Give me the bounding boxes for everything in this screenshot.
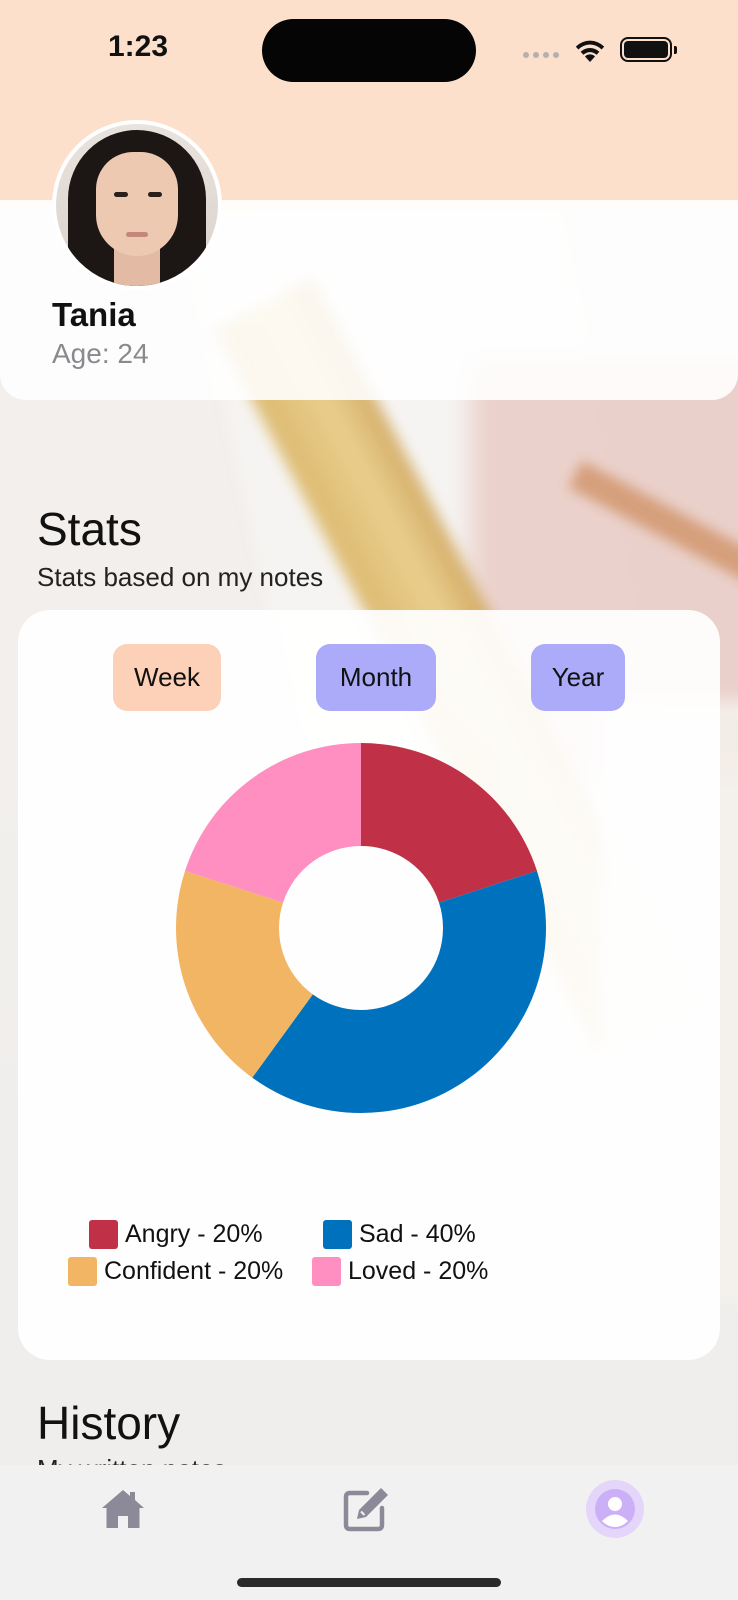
legend-label: Sad - 40% bbox=[359, 1220, 476, 1248]
legend-item-loved: Loved - 20% bbox=[312, 1257, 488, 1286]
legend-swatch bbox=[89, 1220, 118, 1249]
legend-item-angry: Angry - 20% bbox=[89, 1220, 263, 1249]
legend-swatch bbox=[68, 1257, 97, 1286]
tab-home[interactable] bbox=[93, 1479, 153, 1539]
wifi-icon bbox=[575, 40, 605, 62]
donut-slice-loved bbox=[185, 743, 361, 903]
donut-slice-angry bbox=[361, 743, 537, 903]
stats-card: Week Month Year Angry - 20% Sad - 40% Co… bbox=[18, 610, 720, 1360]
profile-age: Age: 24 bbox=[52, 338, 149, 369]
person-icon bbox=[595, 1489, 635, 1529]
cellular-signal-icon bbox=[523, 52, 559, 58]
legend-label: Angry - 20% bbox=[125, 1220, 263, 1248]
tab-notes[interactable] bbox=[336, 1479, 396, 1539]
stats-title: Stats bbox=[37, 503, 142, 555]
avatar[interactable] bbox=[52, 120, 222, 290]
legend-item-confident: Confident - 20% bbox=[68, 1257, 283, 1286]
home-indicator bbox=[237, 1578, 501, 1587]
status-time: 1:23 bbox=[108, 30, 169, 63]
legend-swatch bbox=[323, 1220, 352, 1249]
battery-icon bbox=[620, 37, 677, 62]
history-title: History bbox=[37, 1397, 181, 1449]
dynamic-island bbox=[262, 19, 476, 82]
legend-swatch bbox=[312, 1257, 341, 1286]
legend-label: Confident - 20% bbox=[104, 1257, 284, 1285]
edit-icon bbox=[343, 1488, 388, 1532]
home-icon bbox=[102, 1490, 144, 1528]
stats-subtitle: Stats based on my notes bbox=[37, 562, 324, 592]
profile-name: Tania bbox=[52, 296, 136, 333]
legend-item-sad: Sad - 40% bbox=[323, 1220, 476, 1249]
tab-profile[interactable] bbox=[586, 1480, 644, 1538]
legend-label: Loved - 20% bbox=[348, 1257, 489, 1285]
status-bar: 1:23 bbox=[0, 0, 738, 100]
